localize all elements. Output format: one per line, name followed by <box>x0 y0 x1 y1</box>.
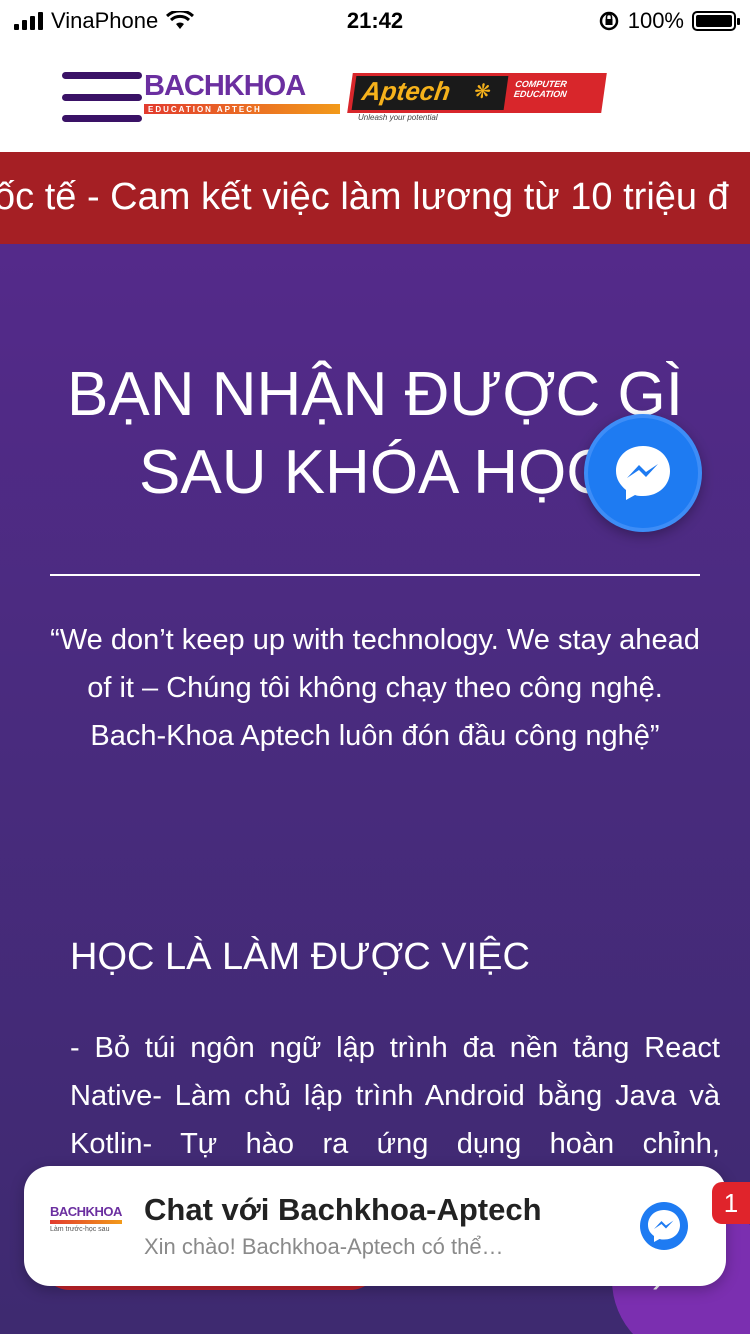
messenger-icon <box>616 446 670 500</box>
announcement-marquee[interactable]: ốc tế - Cam kết việc làm lương từ 10 tri… <box>0 152 750 244</box>
chat-title: Chat với Bachkhoa-Aptech <box>144 1192 542 1227</box>
chat-popup[interactable]: BACHKHOA Làm trước-học sau Chat với Bach… <box>24 1166 726 1286</box>
battery-icon <box>692 11 740 31</box>
messenger-fab-button[interactable] <box>584 414 702 532</box>
quote-text: “We don’t keep up with technology. We st… <box>50 624 700 752</box>
chat-subtitle: Xin chào! Bachkhoa-Aptech có thể… <box>144 1234 504 1259</box>
status-bar-right: 100% <box>598 8 740 34</box>
hamburger-menu-icon[interactable] <box>62 72 142 122</box>
status-bar: VinaPhone 21:42 100% <box>0 0 750 40</box>
aptech-logo-side: COMPUTER EDUCATION <box>513 79 568 99</box>
chat-logo: BACHKHOA Làm trước-học sau <box>50 1204 122 1244</box>
bachkhoa-logo-subtitle: EDUCATION APTECH <box>144 104 340 114</box>
orientation-lock-icon <box>599 11 618 31</box>
messenger-icon[interactable] <box>638 1200 690 1252</box>
marquee-text: ốc tế - Cam kết việc làm lương từ 10 tri… <box>0 176 729 218</box>
bachkhoa-logo[interactable]: BACHKHOA EDUCATION APTECH <box>144 70 340 120</box>
aptech-logo-word: Aptech <box>360 76 453 106</box>
title-divider <box>50 574 700 576</box>
battery-percent: 100% <box>627 8 684 33</box>
aptech-logo[interactable]: Aptech ❋ COMPUTER EDUCATION <box>347 73 607 113</box>
paw-icon: ❋ <box>472 81 493 103</box>
chat-logo-title: BACHKHOA <box>50 1204 122 1219</box>
aptech-tagline: Unleash your potential <box>358 113 438 122</box>
battery-level <box>696 15 732 27</box>
site-header: BACHKHOA EDUCATION APTECH Aptech ❋ COMPU… <box>0 40 750 152</box>
bachkhoa-logo-title: BACHKHOA <box>144 70 306 102</box>
subheading: HỌC LÀ LÀM ĐƯỢC VIỆC <box>70 936 530 978</box>
notification-badge: 1 <box>712 1182 750 1224</box>
chat-logo-tagline: Làm trước-học sau <box>50 1226 110 1233</box>
